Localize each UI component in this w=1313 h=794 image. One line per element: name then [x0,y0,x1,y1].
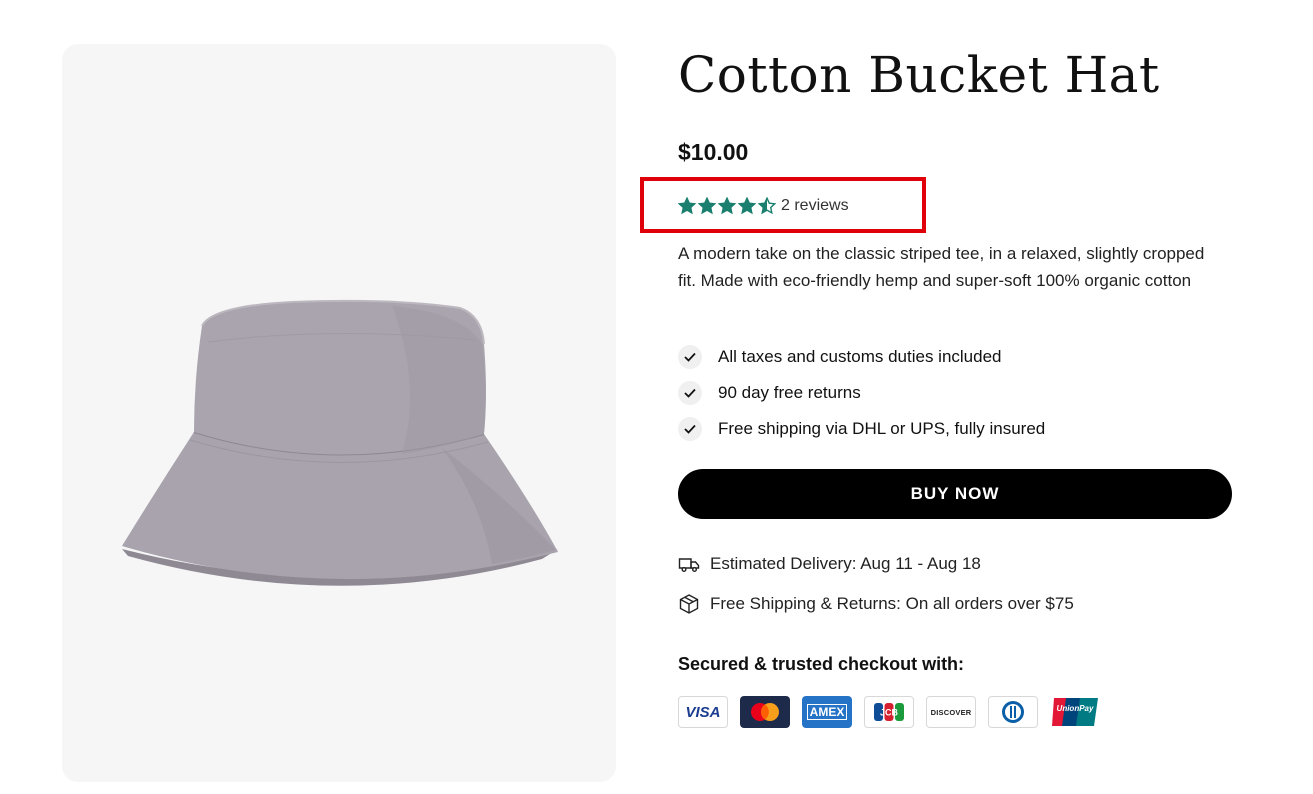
benefit-label: 90 day free returns [718,383,861,402]
unionpay-icon: UnionPay [1050,696,1100,728]
discover-label: DISCOVER [930,707,972,717]
estimated-delivery: Estimated Delivery: Aug 11 - Aug 18 [678,553,981,575]
check-icon [678,345,702,369]
free-shipping: Free Shipping & Returns: On all orders o… [678,593,1074,615]
amex-icon: AMEX [802,696,852,728]
product-price: $10.00 [678,139,749,165]
rating-highlight-box [640,177,926,233]
payment-methods: VISA AMEX JCB DISCOVER UnionPay [678,696,1100,728]
mastercard-icon [740,696,790,728]
discover-icon: DISCOVER [926,696,976,728]
shipping-text: Free Shipping & Returns: On all orders o… [710,594,1074,613]
buy-now-button[interactable]: BUY NOW [678,469,1232,519]
delivery-text: Estimated Delivery: Aug 11 - Aug 18 [710,554,981,573]
secure-checkout-heading: Secured & trusted checkout with: [678,654,965,674]
bucket-hat-image [122,299,558,586]
visa-icon: VISA [678,696,728,728]
benefit-label: Free shipping via DHL or UPS, fully insu… [718,419,1046,438]
check-icon [678,417,702,441]
box-icon [678,593,700,615]
benefit-label: All taxes and customs duties included [718,347,1002,366]
product-title: Cotton Bucket Hat [678,46,1160,104]
unionpay-label: UnionPay [1057,704,1094,713]
benefit-item: 90 day free returns [678,375,1045,411]
jcb-icon: JCB [864,696,914,728]
amex-label: AMEX [806,704,848,720]
product-image[interactable] [62,44,616,782]
diners-club-icon [988,696,1038,728]
benefit-item: All taxes and customs duties included [678,339,1045,375]
product-description: A modern take on the classic striped tee… [678,244,1205,290]
benefit-item: Free shipping via DHL or UPS, fully insu… [678,411,1045,447]
benefits-list: All taxes and customs duties included 90… [678,339,1045,447]
check-icon [678,381,702,405]
jcb-label: JCB [880,708,899,718]
visa-label: VISA [685,703,721,721]
truck-icon [678,553,700,575]
